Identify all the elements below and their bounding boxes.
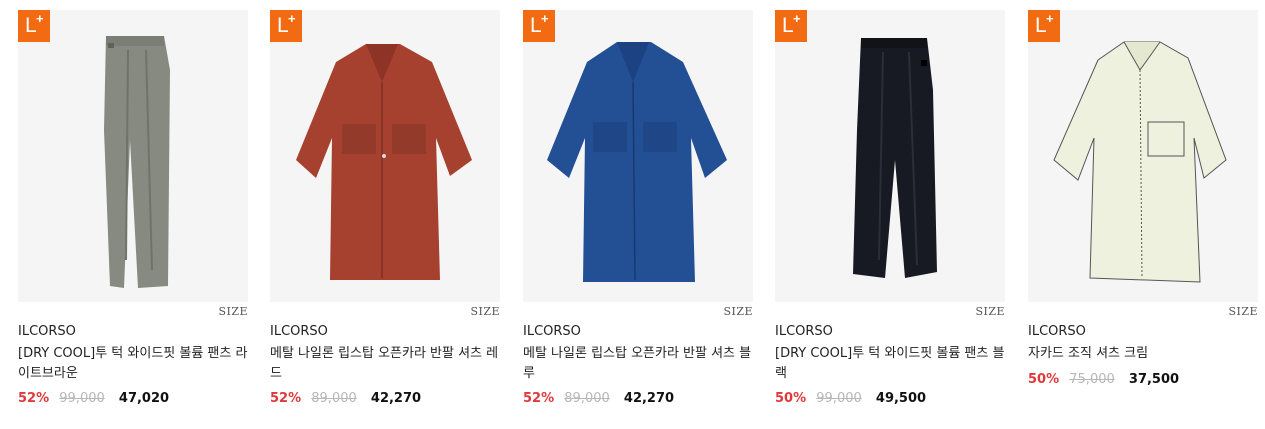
sale-price: 42,270 [623,391,675,406]
size-label[interactable]: SIZE [975,305,1005,318]
product-image[interactable] [270,10,500,302]
brand-name[interactable]: ILCORSO [523,324,581,339]
badge-letter: L [782,14,794,37]
discount-rate: 50% [775,391,807,406]
original-price: 99,000 [816,391,862,406]
size-label[interactable]: SIZE [218,305,248,318]
sale-price: 37,500 [1128,372,1180,387]
price-row: 52% 99,000 47,020 [18,391,169,406]
badge-letter: L [1035,14,1047,37]
badge-plus-icon: + [288,11,296,26]
badge-letter: L [277,14,289,37]
brand-name[interactable]: ILCORSO [775,324,833,339]
original-price: 75,000 [1069,372,1115,387]
product-card[interactable]: L + SIZE ILCORSO 자카드 조직 셔츠 크림 50% 75,000… [1028,10,1258,387]
badge-letter: L [25,14,37,37]
product-thumbnail[interactable]: L + [270,10,500,302]
discount-rate: 52% [18,391,50,406]
price-row: 52% 89,000 42,270 [523,391,674,406]
product-name[interactable]: 자카드 조직 셔츠 크림 [1028,344,1258,364]
product-image[interactable] [775,10,1005,302]
badge-plus-icon: + [793,11,801,26]
product-name[interactable]: [DRY COOL]투 턱 와이드핏 볼륨 팬츠 블랙 [775,344,1005,384]
product-card[interactable]: L + SIZE ILCORSO 메탈 나일론 립스탑 오픈카라 반팔 셔츠 레… [270,10,500,406]
brand-name[interactable]: ILCORSO [1028,324,1086,339]
product-image[interactable] [523,10,753,302]
brand-name[interactable]: ILCORSO [270,324,328,339]
discount-rate: 52% [523,391,555,406]
discount-rate: 52% [270,391,302,406]
lplus-badge: L + [1028,10,1060,42]
size-label[interactable]: SIZE [723,305,753,318]
product-grid: L + SIZE ILCORSO [DRY COOL]투 턱 와이드핏 볼륨 팬… [0,0,1265,429]
original-price: 99,000 [59,391,105,406]
badge-plus-icon: + [36,11,44,26]
badge-plus-icon: + [541,11,549,26]
sale-price: 49,500 [875,391,927,406]
discount-rate: 50% [1028,372,1060,387]
sale-price: 42,270 [370,391,422,406]
lplus-badge: L + [523,10,555,42]
original-price: 89,000 [311,391,357,406]
sale-price: 47,020 [118,391,170,406]
product-name[interactable]: [DRY COOL]투 턱 와이드핏 볼륨 팬츠 라이트브라운 [18,344,248,384]
badge-plus-icon: + [1046,11,1054,26]
size-label[interactable]: SIZE [1228,305,1258,318]
product-name[interactable]: 메탈 나일론 립스탑 오픈카라 반팔 셔츠 레드 [270,344,500,384]
lplus-badge: L + [270,10,302,42]
original-price: 89,000 [564,391,610,406]
price-row: 50% 99,000 49,500 [775,391,926,406]
product-image[interactable] [1028,10,1258,302]
product-thumbnail[interactable]: L + [1028,10,1258,302]
product-name[interactable]: 메탈 나일론 립스탑 오픈카라 반팔 셔츠 블루 [523,344,753,384]
lplus-badge: L + [775,10,807,42]
product-card[interactable]: L + SIZE ILCORSO [DRY COOL]투 턱 와이드핏 볼륨 팬… [18,10,248,406]
size-label[interactable]: SIZE [470,305,500,318]
product-card[interactable]: L + SIZE ILCORSO [DRY COOL]투 턱 와이드핏 볼륨 팬… [775,10,1005,406]
product-card[interactable]: L + SIZE ILCORSO 메탈 나일론 립스탑 오픈카라 반팔 셔츠 블… [523,10,753,406]
lplus-badge: L + [18,10,50,42]
price-row: 50% 75,000 37,500 [1028,372,1179,387]
price-row: 52% 89,000 42,270 [270,391,421,406]
brand-name[interactable]: ILCORSO [18,324,76,339]
product-thumbnail[interactable]: L + [775,10,1005,302]
product-thumbnail[interactable]: L + [523,10,753,302]
badge-letter: L [530,14,542,37]
product-thumbnail[interactable]: L + [18,10,248,302]
product-image[interactable] [18,10,248,302]
